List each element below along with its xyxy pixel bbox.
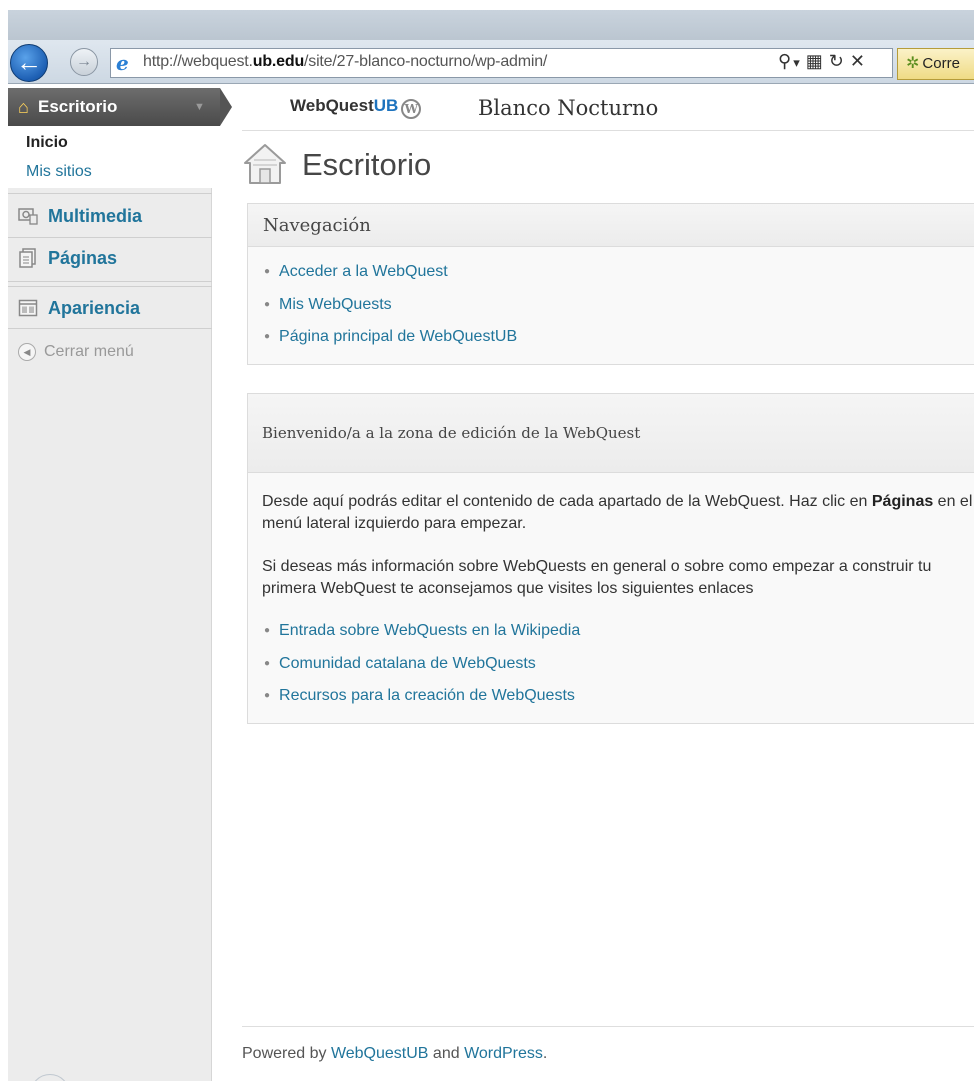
resource-link-label: Entrada sobre WebQuests en la Wikipedia xyxy=(279,622,581,639)
footer-link-wordpress[interactable]: WordPress xyxy=(464,1045,543,1062)
browser-tab-label: Corre xyxy=(922,55,960,72)
bullet-icon: ● xyxy=(264,299,271,310)
wordpress-icon: W xyxy=(401,99,422,119)
welcome-paragraph-1: Desde aquí podrás editar el contenido de… xyxy=(262,491,974,535)
browser-tab[interactable]: ✲ Corre xyxy=(897,48,974,80)
compatibility-icon[interactable]: ▦ xyxy=(806,51,823,72)
footer: Powered by WebQuestUB and WordPress. xyxy=(242,1045,547,1063)
bullet-icon: ● xyxy=(264,331,271,342)
resource-link-recursos[interactable]: ● Recursos para la creación de WebQuests xyxy=(264,687,575,705)
ie-icon: e xyxy=(116,51,129,75)
nav-link-pagina-principal[interactable]: ● Página principal de WebQuestUB xyxy=(264,328,517,346)
collapse-menu-label: Cerrar menú xyxy=(44,343,134,360)
footer-text: and xyxy=(428,1045,465,1062)
appearance-icon xyxy=(18,298,38,318)
media-icon xyxy=(18,206,38,226)
welcome-widget: Bienvenido/a a la zona de edición de la … xyxy=(247,393,974,724)
url-text[interactable]: http://webquest.ub.edu/site/27-blanco-no… xyxy=(143,53,547,71)
bullet-icon: ● xyxy=(264,266,271,277)
submenu-item-inicio[interactable]: Inicio xyxy=(26,134,68,152)
resource-link-label: Recursos para la creación de WebQuests xyxy=(279,687,575,704)
nav-link-label: Página principal de WebQuestUB xyxy=(279,328,518,345)
welcome-paragraph-2: Si deseas más información sobre WebQuest… xyxy=(262,558,932,597)
dashboard-home-icon xyxy=(242,141,288,187)
resource-link-label: Comunidad catalana de WebQuests xyxy=(279,655,536,672)
search-dropdown-icon[interactable]: ▾ xyxy=(793,55,800,71)
navigation-widget: Navegación ● Acceder a la WebQuest ● Mis W… xyxy=(247,203,974,365)
sidebar-separator xyxy=(8,281,212,282)
address-tools: ⚲ ▾ ▦ ↻ ✕ xyxy=(778,51,871,72)
header-divider xyxy=(242,130,974,131)
collapse-arrow-icon: ◀ xyxy=(18,343,36,361)
brand-text-ub: UB xyxy=(373,96,399,115)
resource-link-wikipedia[interactable]: ● Entrada sobre WebQuests en la Wikipedia xyxy=(264,622,580,640)
sidebar-item-multimedia[interactable]: Multimedia xyxy=(48,206,142,227)
nav-link-mis-webquests[interactable]: ● Mis WebQuests xyxy=(264,296,392,314)
welcome-widget-title: Bienvenido/a a la zona de edición de la … xyxy=(248,394,974,473)
brand-text: WebQuest xyxy=(290,96,374,115)
sidebar-separator xyxy=(8,237,212,238)
gear-icon: ✲ xyxy=(906,55,920,72)
resource-link-comunidad[interactable]: ● Comunidad catalana de WebQuests xyxy=(264,655,536,673)
welcome-text-bold: Páginas xyxy=(871,493,934,510)
sidebar-separator xyxy=(8,193,212,194)
stop-icon[interactable]: ✕ xyxy=(850,51,865,72)
forward-button[interactable]: → xyxy=(70,48,98,76)
footer-text: Powered by xyxy=(242,1045,331,1062)
url-domain: ub.edu xyxy=(252,53,305,70)
menu-item-escritorio[interactable]: ⌂ Escritorio ▼ xyxy=(8,88,232,126)
back-button[interactable]: ← xyxy=(10,44,48,82)
bullet-icon: ● xyxy=(264,625,271,636)
nav-link-label: Mis WebQuests xyxy=(279,296,392,313)
sidebar-separator xyxy=(8,286,212,287)
navigation-widget-title: Navegación xyxy=(248,204,974,247)
brand-logo[interactable]: WebQuestUB W xyxy=(290,96,422,119)
nav-link-label: Acceder a la WebQuest xyxy=(279,263,448,280)
nav-link-acceder[interactable]: ● Acceder a la WebQuest xyxy=(264,263,448,281)
footer-link-webquestub[interactable]: WebQuestUB xyxy=(331,1045,429,1062)
submenu-item-mis-sitios[interactable]: Mis sitios xyxy=(26,163,92,181)
sidebar-separator xyxy=(8,328,212,329)
search-icon[interactable]: ⚲ xyxy=(778,51,791,72)
sidebar-item-paginas[interactable]: Páginas xyxy=(48,248,117,269)
menu-item-label: Escritorio xyxy=(38,97,118,116)
footer-text: . xyxy=(542,1045,548,1062)
site-name[interactable]: Blanco Nocturno xyxy=(478,96,658,120)
collapse-menu-button[interactable]: ◀ Cerrar menú xyxy=(18,343,134,361)
home-icon: ⌂ xyxy=(18,97,29,117)
menu-arrow-icon[interactable]: ▼ xyxy=(194,101,205,113)
url-prefix: http://web xyxy=(143,53,211,70)
welcome-text: Desde aquí podrás editar el contenido de… xyxy=(262,493,872,510)
sidebar-item-apariencia[interactable]: Apariencia xyxy=(48,298,140,319)
pages-icon xyxy=(18,248,38,268)
bullet-icon: ● xyxy=(264,690,271,701)
footer-divider xyxy=(242,1026,974,1027)
url-path: /site/27-blanco-nocturno/wp-admin/ xyxy=(304,53,548,70)
bullet-icon: ● xyxy=(264,658,271,669)
url-prefix2: quest. xyxy=(210,53,253,70)
page-title: Escritorio xyxy=(302,147,432,182)
refresh-icon[interactable]: ↻ xyxy=(829,51,844,72)
